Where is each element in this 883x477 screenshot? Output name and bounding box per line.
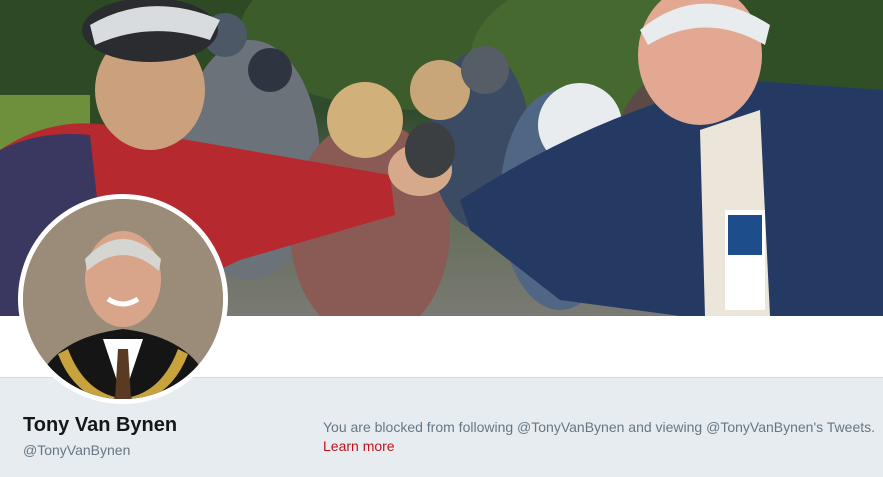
learn-more-link[interactable]: Learn more — [323, 438, 395, 454]
profile-screen-name[interactable]: @TonyVanBynen — [23, 442, 130, 458]
blocked-message: You are blocked from following @TonyVanB… — [323, 419, 876, 435]
avatar-photo — [23, 199, 223, 399]
profile-display-name[interactable]: Tony Van Bynen — [23, 414, 177, 437]
profile-avatar[interactable] — [18, 194, 228, 404]
